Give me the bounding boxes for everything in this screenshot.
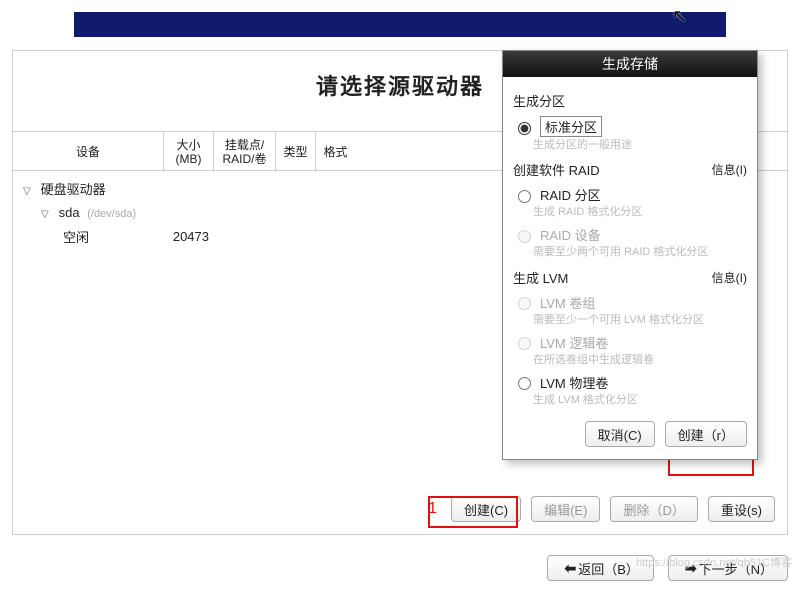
- col-format[interactable]: 格式: [315, 132, 355, 172]
- radio-raid-partition-label: RAID 分区: [540, 185, 601, 204]
- sda-label: sda: [59, 205, 80, 220]
- radio-lvm-lv: LVM 逻辑卷: [513, 333, 747, 352]
- radio-lvm-pv-label: LVM 物理卷: [540, 373, 608, 392]
- section-lvm: 生成 LVM 信息(I): [513, 268, 747, 287]
- info-raid[interactable]: 信息(I): [712, 161, 747, 178]
- hint-raid-device: 需要至少两个可用 RAID 格式化分区: [533, 246, 747, 259]
- col-size[interactable]: 大小 (MB): [163, 132, 213, 172]
- window-title-bar: [74, 12, 726, 37]
- edit-button[interactable]: 编辑(E): [531, 496, 600, 522]
- radio-lvm-vg-input: [518, 297, 531, 310]
- section-raid-label: 创建软件 RAID: [513, 160, 600, 179]
- annotation-1: 1: [428, 500, 437, 518]
- hint-lvm-pv: 生成 LVM 格式化分区: [533, 394, 747, 407]
- info-lvm[interactable]: 信息(I): [712, 269, 747, 286]
- radio-lvm-lv-label: LVM 逻辑卷: [540, 333, 608, 352]
- hint-lvm-lv: 在所选卷组中生成逻辑卷: [533, 354, 747, 367]
- hint-standard: 生成分区的一般用途: [533, 139, 747, 152]
- reset-button[interactable]: 重设(s): [708, 496, 775, 522]
- dialog-title: 生成存储: [503, 51, 757, 77]
- arrow-left-icon: ⬅: [564, 560, 576, 577]
- col-device[interactable]: 设备: [13, 132, 163, 172]
- section-lvm-label: 生成 LVM: [513, 268, 568, 287]
- radio-lvm-pv-input[interactable]: [518, 377, 531, 390]
- radio-standard-partition-label: 标准分区: [540, 116, 602, 137]
- cancel-button[interactable]: 取消(C): [585, 421, 655, 447]
- chevron-down-icon[interactable]: ▽: [41, 209, 51, 220]
- dialog-create-button[interactable]: 创建（r）: [665, 421, 747, 447]
- radio-lvm-vg: LVM 卷组: [513, 293, 747, 312]
- action-bar: 1 创建(C) 编辑(E) 删除（D） 重设(s): [13, 494, 787, 524]
- sda-path: (/dev/sda): [87, 208, 136, 220]
- hint-lvm-vg: 需要至少一个可用 LVM 格式化分区: [533, 314, 747, 327]
- free-size: 20473: [163, 229, 213, 244]
- chevron-down-icon[interactable]: ▽: [23, 186, 33, 197]
- radio-raid-partition-input[interactable]: [518, 190, 531, 203]
- section-raid: 创建软件 RAID 信息(I): [513, 160, 747, 179]
- radio-standard-partition-input[interactable]: [518, 122, 531, 135]
- col-mount-l1: 挂载点/: [225, 138, 264, 152]
- hint-raid-partition: 生成 RAID 格式化分区: [533, 206, 747, 219]
- section-partition-label: 生成分区: [513, 91, 565, 110]
- free-label: 空闲: [53, 227, 163, 246]
- section-partition: 生成分区: [513, 91, 747, 110]
- radio-raid-device-label: RAID 设备: [540, 225, 601, 244]
- radio-raid-device: RAID 设备: [513, 225, 747, 244]
- col-size-l1: 大小: [176, 138, 200, 152]
- radio-standard-partition[interactable]: 标准分区: [513, 116, 747, 137]
- col-size-l2: (MB): [176, 152, 202, 166]
- radio-lvm-lv-input: [518, 337, 531, 350]
- radio-lvm-vg-label: LVM 卷组: [540, 293, 595, 312]
- delete-button[interactable]: 删除（D）: [610, 496, 697, 522]
- watermark: https://blog.csdn.net/qb51C博客: [636, 554, 792, 570]
- radio-raid-partition[interactable]: RAID 分区: [513, 185, 747, 204]
- col-type[interactable]: 类型: [275, 132, 315, 172]
- create-button[interactable]: 创建(C): [451, 496, 521, 522]
- radio-lvm-pv[interactable]: LVM 物理卷: [513, 373, 747, 392]
- root-label: 硬盘驱动器: [41, 182, 106, 197]
- col-mount[interactable]: 挂载点/ RAID/卷: [213, 132, 275, 172]
- create-storage-dialog: 生成存储 生成分区 标准分区 生成分区的一般用途 创建软件 RAID 信息(I)…: [502, 50, 758, 460]
- col-mount-l2: RAID/卷: [222, 152, 266, 166]
- dialog-buttons: 取消(C) 创建（r）: [513, 421, 747, 447]
- radio-raid-device-input: [518, 230, 531, 243]
- back-label: 返回（B）: [578, 559, 639, 578]
